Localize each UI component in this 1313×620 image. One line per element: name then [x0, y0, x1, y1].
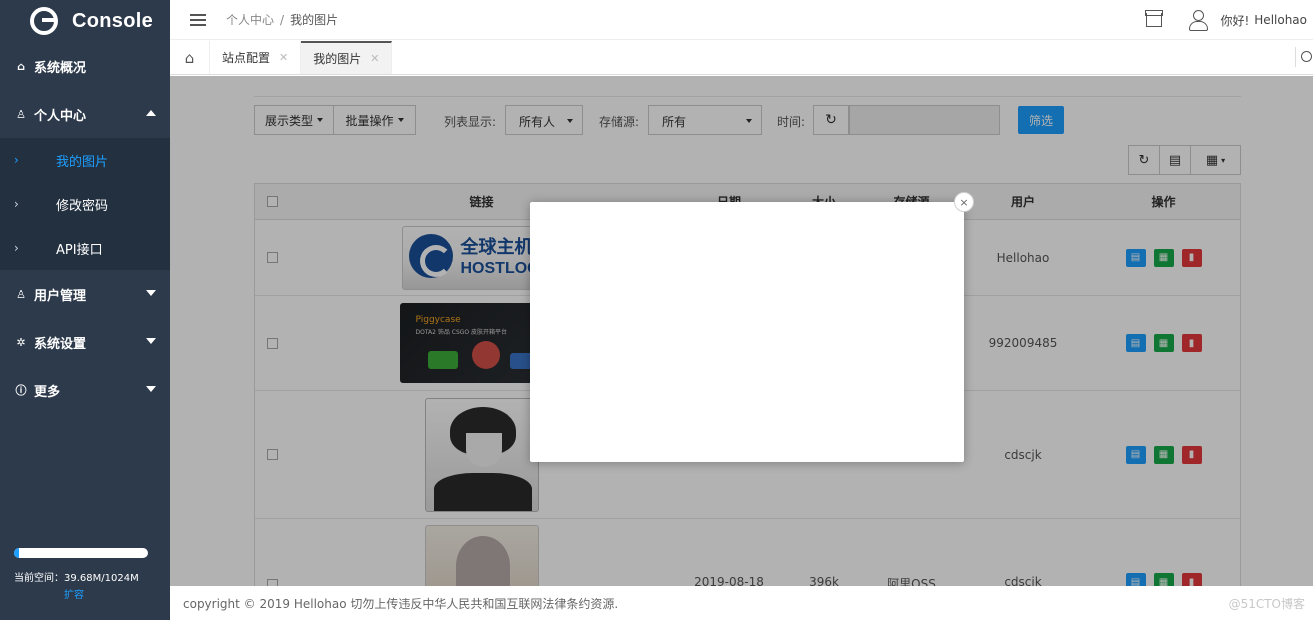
home-tab-icon[interactable]: ⌂: [170, 41, 210, 74]
caret-down-icon: [146, 338, 156, 344]
menu-toggle-icon[interactable]: [190, 11, 206, 29]
gear-icon: ✲: [16, 335, 26, 349]
close-icon[interactable]: ✕: [279, 51, 288, 64]
logo[interactable]: Console: [0, 0, 170, 42]
watermark: @51CTO博客: [1228, 597, 1305, 611]
breadcrumb-item[interactable]: 个人中心: [226, 13, 274, 27]
copyright-text: copyright © 2019 Hellohao 切勿上传违反中华人民共和国互…: [183, 596, 619, 611]
chevron-right-icon: ›: [14, 241, 19, 255]
tab-bar: ⌂ 站点配置 ✕ 我的图片 ✕: [170, 41, 1313, 75]
footer: copyright © 2019 Hellohao 切勿上传违反中华人民共和国互…: [170, 586, 1313, 620]
sidebar-item-more[interactable]: ⓘ 更多: [0, 366, 170, 414]
breadcrumb-current: 我的图片: [290, 13, 339, 27]
username[interactable]: Hellohao: [1254, 13, 1307, 27]
sidebar-item-label: API接口: [56, 242, 103, 258]
tab-site-config[interactable]: 站点配置 ✕: [210, 41, 302, 74]
breadcrumb: 个人中心 / 我的图片: [226, 13, 339, 27]
sidebar-item-label: 用户管理: [34, 288, 87, 304]
greeting: 你好!: [1220, 13, 1250, 28]
search-icon[interactable]: [1295, 47, 1313, 67]
caret-down-icon: [146, 386, 156, 392]
close-icon: ×: [959, 195, 969, 209]
sidebar-item-system-settings[interactable]: ✲ 系统设置: [0, 318, 170, 366]
sidebar-item-personal-center[interactable]: ♙ 个人中心: [0, 90, 170, 138]
tab-label: 我的图片: [313, 52, 362, 66]
storage-usage: 当前空间：39.68M/1024M 扩容: [14, 548, 148, 601]
info-icon: ⓘ: [15, 384, 27, 397]
sidebar-item-user-management[interactable]: ♙ 用户管理: [0, 270, 170, 318]
sidebar-item-api[interactable]: › API接口: [0, 226, 170, 270]
sidebar-item-overview[interactable]: ⌂ 系统概况: [0, 42, 170, 90]
close-icon[interactable]: ✕: [370, 52, 379, 65]
gift-icon[interactable]: [1145, 10, 1164, 27]
logo-text: Console: [72, 9, 153, 32]
sidebar-item-label: 系统概况: [34, 60, 87, 76]
caret-up-icon: [146, 110, 156, 116]
sidebar-item-label: 个人中心: [34, 108, 87, 124]
chevron-right-icon: ›: [14, 197, 19, 211]
tab-label: 站点配置: [222, 51, 271, 65]
home-icon: ⌂: [17, 59, 25, 73]
sidebar-item-my-images[interactable]: › 我的图片: [0, 138, 170, 182]
storage-progress-fill: [14, 548, 20, 558]
sidebar-item-label: 系统设置: [34, 336, 87, 352]
image-preview-modal: [530, 202, 964, 462]
modal-close-button[interactable]: ×: [954, 192, 974, 212]
sidebar-submenu: › 我的图片 › 修改密码 › API接口: [0, 138, 170, 270]
user-avatar-icon[interactable]: [1188, 10, 1209, 31]
sidebar-item-label: 修改密码: [56, 198, 109, 214]
storage-progress-bar: [14, 548, 148, 558]
users-icon: ♙: [16, 287, 26, 301]
top-header: 个人中心 / 我的图片 你好! Hellohao: [170, 0, 1313, 40]
sidebar: Console ⌂ 系统概况 ♙ 个人中心 › 我的图片 › 修改密码 › AP…: [0, 0, 170, 620]
sidebar-item-label: 更多: [34, 384, 61, 400]
user-area: 你好! Hellohao: [1145, 0, 1307, 40]
tab-my-images[interactable]: 我的图片 ✕: [301, 41, 393, 74]
storage-label: 当前空间：39.68M/1024M: [14, 573, 139, 584]
logo-icon: [30, 7, 58, 35]
user-icon: ♙: [16, 107, 26, 121]
sidebar-item-change-password[interactable]: › 修改密码: [0, 182, 170, 226]
expand-storage-link[interactable]: 扩容: [64, 586, 148, 601]
caret-down-icon: [146, 290, 156, 296]
sidebar-item-label: 我的图片: [56, 154, 109, 170]
chevron-right-icon: ›: [14, 153, 19, 167]
